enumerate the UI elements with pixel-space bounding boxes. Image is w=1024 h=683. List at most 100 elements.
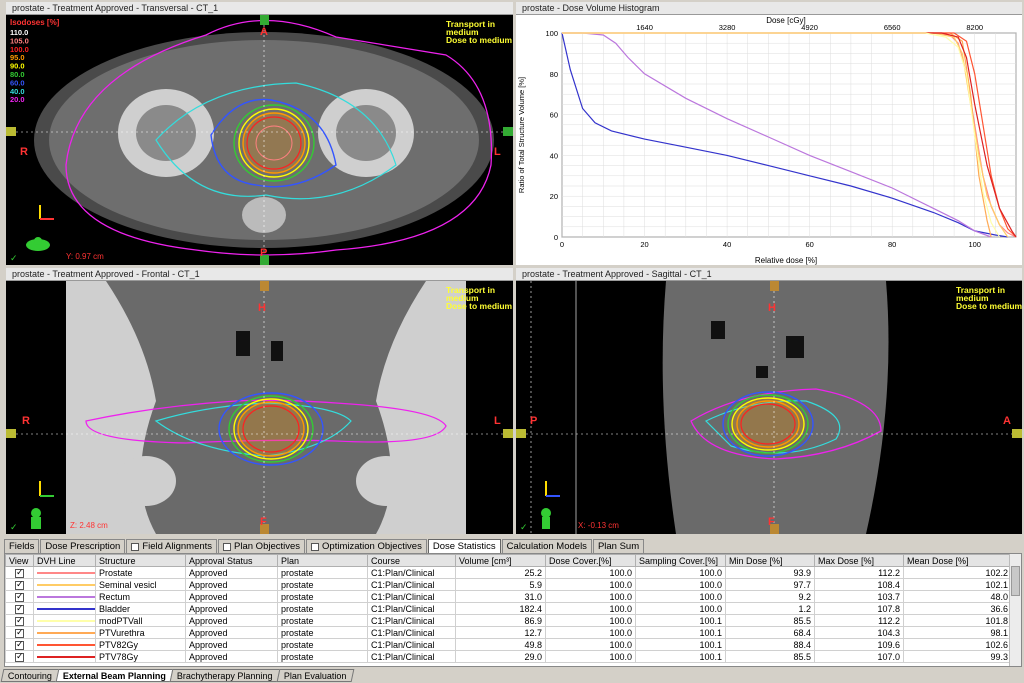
tab-checkbox[interactable] [223, 543, 232, 551]
cell-course: C1:Plan/Clinical [367, 566, 456, 579]
view-checkbox[interactable] [15, 580, 24, 590]
workspace-tab-label: External Beam Planning [62, 671, 166, 681]
view-cell[interactable] [5, 602, 34, 615]
view-checkbox[interactable] [15, 592, 24, 602]
cell-max: 112.2 [814, 566, 904, 579]
orientation-bottom-label: P [260, 247, 267, 259]
view-cell[interactable] [5, 566, 34, 579]
viewport-title: prostate - Treatment Approved - Frontal … [6, 268, 513, 281]
tab-label: Dose Prescription [45, 541, 121, 552]
patient-orientation-icon[interactable] [31, 508, 41, 529]
view-checkbox[interactable] [15, 604, 24, 614]
table-row[interactable]: BladderApprovedprostateC1:Plan/Clinical1… [5, 602, 1012, 615]
column-header[interactable]: Approval Status [185, 554, 278, 567]
viewport-sagittal[interactable]: prostate - Treatment Approved - Sagittal… [516, 268, 1022, 534]
cell-dose-cover: 100.0 [545, 578, 636, 591]
valid-check-icon: ✓ [520, 522, 528, 532]
table-row[interactable]: RectumApprovedprostateC1:Plan/Clinical31… [5, 590, 1012, 603]
cell-max: 103.7 [814, 590, 904, 603]
cell-dose-cover: 100.0 [545, 602, 636, 615]
info-tabbar: Fields Dose Prescription Field Alignments P… [4, 539, 645, 554]
cell-max: 108.4 [814, 578, 904, 591]
column-header[interactable]: Plan [277, 554, 368, 567]
view-checkbox[interactable] [15, 640, 24, 650]
workspace-tab-label: Brachytherapy Planning [176, 671, 273, 681]
viewport-title: prostate - Treatment Approved - Sagittal… [516, 268, 1022, 281]
cell-sampling-cover: 100.1 [635, 626, 726, 639]
cell-min: 97.7 [725, 578, 815, 591]
tab-fields[interactable]: Fields [4, 539, 40, 554]
view-cell[interactable] [5, 638, 34, 651]
workspace-tab-brachytherapy-planning[interactable]: Brachytherapy Planning [169, 669, 281, 682]
dvh-line-cell [33, 578, 96, 591]
isodose-legend-title: Isodoses [%] [10, 18, 60, 27]
cell-mean: 99.3 [903, 650, 1012, 663]
viewport-title: prostate - Dose Volume Histogram [516, 2, 1022, 15]
table-scrollbar[interactable] [1009, 554, 1021, 666]
view-cell[interactable] [5, 626, 34, 639]
workspace-tab-contouring[interactable]: Contouring [0, 669, 60, 682]
column-header[interactable]: Dose Cover.[%] [545, 554, 636, 567]
tab-field-alignments[interactable]: Field Alignments [126, 539, 218, 554]
dvh-chart[interactable]: Dose [cGy] Relative dose [%] Ratio of To… [516, 15, 1022, 265]
eclipse-planning-window: prostate - Treatment Approved - Transver… [0, 0, 1024, 683]
cell-structure: PTVurethra [95, 626, 186, 639]
workspace-tab-plan-evaluation[interactable]: Plan Evaluation [276, 669, 354, 682]
column-header[interactable]: Sampling Cover.[%] [635, 554, 726, 567]
view-cell[interactable] [5, 614, 34, 627]
tab-plan-objectives[interactable]: Plan Objectives [218, 539, 306, 554]
column-header[interactable]: Min Dose [%] [725, 554, 815, 567]
column-header[interactable]: Mean Dose [%] [903, 554, 1012, 567]
table-row[interactable]: PTV82GyApprovedprostateC1:Plan/Clinical4… [5, 638, 1012, 651]
viewport-dvh[interactable]: prostate - Dose Volume Histogram Dose [c… [516, 2, 1022, 265]
dvh-x-axis-label: Relative dose [%] [755, 256, 817, 265]
patient-orientation-icon[interactable] [541, 508, 551, 529]
table-row[interactable]: PTV78GyApprovedprostateC1:Plan/Clinical2… [5, 650, 1012, 663]
table-row[interactable]: Seminal vesiclApprovedprostateC1:Plan/Cl… [5, 578, 1012, 591]
tab-label: Optimization Objectives [322, 541, 422, 552]
cell-min: 93.9 [725, 566, 815, 579]
table-row[interactable]: modPTVallApprovedprostateC1:Plan/Clinica… [5, 614, 1012, 627]
workspace-tab-label: Plan Evaluation [283, 671, 347, 681]
cell-status: Approved [185, 614, 278, 627]
orientation-top-label: A [260, 26, 268, 38]
orientation-axes-icon [39, 481, 54, 497]
scrollbar-thumb[interactable] [1011, 566, 1020, 596]
dvh-line-swatch [37, 620, 95, 623]
cell-structure: Rectum [95, 590, 186, 603]
tab-label: Dose Statistics [432, 541, 496, 552]
view-cell[interactable] [5, 650, 34, 663]
tab-checkbox[interactable] [311, 543, 320, 551]
patient-orientation-icon[interactable] [26, 237, 50, 251]
tab-checkbox[interactable] [131, 543, 140, 551]
table-row[interactable]: PTVurethraApprovedprostateC1:Plan/Clinic… [5, 626, 1012, 639]
dvh-x-tick-label: 80 [888, 240, 896, 249]
tab-optimization-objectives[interactable]: Optimization Objectives [306, 539, 427, 554]
column-header[interactable]: Max Dose [%] [814, 554, 904, 567]
dose-statistics-table[interactable]: View DVH Line Structure Approval Status Plan… [4, 553, 1022, 667]
column-header[interactable]: DVH Line [33, 554, 96, 567]
orientation-right-label: L [494, 146, 501, 158]
table-row[interactable]: ProstateApprovedprostateC1:Plan/Clinical… [5, 566, 1012, 579]
position-readout: Y: 0.97 cm [66, 252, 104, 261]
tab-dose-prescription[interactable]: Dose Prescription [40, 539, 126, 554]
cell-volume: 29.0 [455, 650, 546, 663]
column-header[interactable]: Course [367, 554, 456, 567]
cell-sampling-cover: 100.0 [635, 578, 726, 591]
tab-dose-statistics[interactable]: Dose Statistics [427, 539, 501, 554]
view-checkbox[interactable] [15, 616, 24, 626]
viewport-transversal[interactable]: prostate - Treatment Approved - Transver… [6, 2, 513, 265]
cell-sampling-cover: 100.0 [635, 602, 726, 615]
workspace-tab-external-beam-planning[interactable]: External Beam Planning [55, 669, 174, 682]
tab-plan-sum[interactable]: Plan Sum [592, 539, 645, 554]
column-header[interactable]: Structure [95, 554, 186, 567]
viewport-frontal[interactable]: prostate - Treatment Approved - Frontal … [6, 268, 513, 534]
column-header[interactable]: Volume [cm³] [455, 554, 546, 567]
view-cell[interactable] [5, 578, 34, 591]
view-checkbox[interactable] [15, 568, 24, 578]
view-checkbox[interactable] [15, 628, 24, 638]
view-checkbox[interactable] [15, 652, 24, 662]
view-cell[interactable] [5, 590, 34, 603]
tab-calculation-models[interactable]: Calculation Models [501, 539, 592, 554]
column-header[interactable]: View [5, 554, 34, 567]
